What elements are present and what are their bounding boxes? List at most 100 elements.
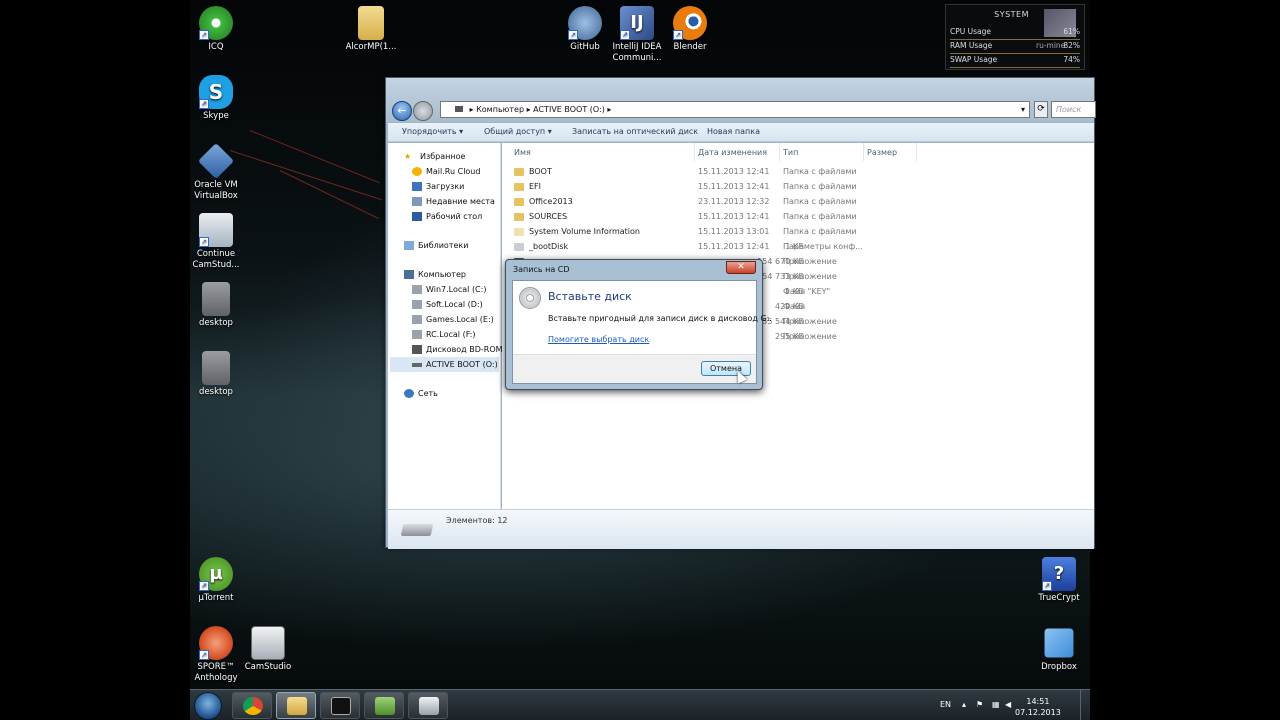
shortcut-arrow-icon: ↗ — [568, 30, 578, 40]
nav-recent-places[interactable]: Недавние места — [412, 197, 495, 206]
nav-libraries[interactable]: Библиотеки — [404, 241, 468, 250]
desktop-icon-desktop-2[interactable]: desktop — [181, 351, 251, 398]
desktop-icon-virtualbox[interactable]: Oracle VM VirtualBox — [181, 142, 251, 201]
nav-network[interactable]: Сеть — [404, 389, 438, 398]
table-row[interactable]: System Volume Information 15.11.2013 13:0… — [502, 225, 1094, 240]
desktop-icon-utorrent[interactable]: µ ↗ µTorrent — [181, 557, 251, 604]
language-indicator[interactable]: EN — [940, 700, 951, 709]
nav-drive-e[interactable]: Games.Local (E:) — [412, 315, 494, 324]
folder-locked-icon — [514, 228, 524, 236]
file-name: _bootDisk — [529, 242, 569, 251]
action-center-flag-icon[interactable]: ⚑ — [976, 700, 983, 709]
table-row[interactable]: _bootDisk 15.11.2013 12:41 Параметры конф.… — [502, 240, 1094, 255]
icq-flower-icon: ↗ — [199, 6, 233, 40]
nav-active-boot[interactable]: ACTIVE BOOT (O:) — [390, 357, 499, 372]
table-row[interactable]: SOURCES 15.11.2013 12:41 Папка с файлами — [502, 210, 1094, 225]
share-button[interactable]: Общий доступ ▾ — [484, 127, 552, 136]
virtualbox-icon — [197, 142, 235, 180]
nav-label: Mail.Ru Cloud — [426, 167, 481, 176]
usb-drive-icon — [412, 362, 422, 367]
file-type: Папка с файлами — [783, 197, 857, 206]
nav-computer[interactable]: Компьютер — [404, 270, 466, 279]
nav-drive-c[interactable]: Win7.Local (C:) — [412, 285, 486, 294]
desktop-icon-alcormp[interactable]: AlcorMP(1... — [336, 6, 406, 53]
nav-favorites[interactable]: ★ Избранное — [404, 152, 465, 161]
desktop-icon-skype[interactable]: S ↗ Skype — [181, 75, 251, 122]
screen: ↗ ICQ S ↗ Skype Oracle VM VirtualBox ↗ Co… — [0, 0, 1280, 720]
desktop-icon-continue-camstudio[interactable]: ↗ Continue CamStud... — [181, 213, 251, 270]
wallpaper-streak — [249, 130, 380, 184]
volume-icon[interactable]: ◀ — [1005, 700, 1011, 709]
cd-disc-icon — [519, 287, 541, 309]
nav-label: Библиотеки — [418, 241, 469, 250]
widget-row-label: RAM Usage — [950, 41, 993, 50]
taskbar-chrome[interactable] — [232, 692, 272, 719]
widget-row-label: SWAP Usage — [950, 55, 998, 64]
nav-downloads[interactable]: Загрузки — [412, 182, 464, 191]
column-header-type[interactable]: Тип — [783, 148, 798, 157]
file-size: 429 КБ — [775, 302, 804, 311]
gear-file-icon — [202, 282, 230, 316]
back-button[interactable]: ← — [392, 101, 412, 121]
breadcrumb-active-boot[interactable]: ACTIVE BOOT (O:) — [533, 105, 605, 114]
computer-icon — [404, 270, 414, 279]
burn-disc-button[interactable]: Записать на оптический диск — [572, 127, 698, 136]
nav-drive-d[interactable]: Soft.Local (D:) — [412, 300, 483, 309]
address-bar[interactable]: ▸ Компьютер ▸ ACTIVE BOOT (O:) ▸ ▾ — [440, 101, 1030, 118]
shortcut-arrow-icon: ↗ — [673, 30, 683, 40]
clock[interactable]: 14:51 07.12.2013 — [1015, 696, 1061, 718]
desktop-icon-blender[interactable]: ↗ Blender — [655, 6, 725, 53]
camstudio-installer-icon: ↗ — [199, 213, 233, 247]
nav-drive-f[interactable]: RC.Local (F:) — [412, 330, 475, 339]
burn-cd-dialog[interactable]: Запись на CD ✕ Вставьте диск Вставьте пр… — [505, 259, 772, 390]
desktop-icon-dropbox[interactable]: Dropbox — [1024, 626, 1094, 673]
explorer-navigation-bar: ← ▸ Компьютер ▸ ACTIVE BOOT (O:) ▸ ▾ ⟳ П… — [386, 78, 1096, 122]
show-desktop-button[interactable] — [1080, 690, 1090, 720]
spore-icon: ↗ — [199, 626, 233, 660]
organize-button[interactable]: Упорядочить ▾ — [402, 127, 463, 136]
network-manager-icon — [375, 697, 395, 715]
table-row[interactable]: BOOT 15.11.2013 12:41 Папка с файлами — [502, 165, 1094, 180]
help-choose-disc-link[interactable]: Помогите выбрать диск — [548, 335, 649, 344]
table-row[interactable]: Office2013 23.11.2013 12:32 Папка с файлам… — [502, 195, 1094, 210]
nav-mailru-cloud[interactable]: Mail.Ru Cloud — [412, 167, 480, 176]
search-input[interactable]: Поиск — [1051, 101, 1096, 118]
desktop-icon-label: TrueCrypt — [1038, 593, 1080, 603]
nav-label: RC.Local (F:) — [426, 330, 476, 339]
desktop-icon-truecrypt[interactable]: ? ↗ TrueCrypt — [1024, 557, 1094, 604]
refresh-icon[interactable]: ⟳ — [1034, 101, 1048, 118]
nav-desktop[interactable]: Рабочий стол — [412, 212, 482, 221]
new-folder-button[interactable]: Новая папка — [707, 127, 760, 136]
taskbar-cmd[interactable] — [320, 692, 360, 719]
taskbar-network-app[interactable] — [364, 692, 404, 719]
column-header-size[interactable]: Размер — [867, 148, 897, 157]
desktop-icon-camstudio[interactable]: CamStudio — [233, 626, 303, 673]
start-button[interactable] — [194, 692, 222, 720]
taskbar-camstudio[interactable] — [408, 692, 448, 719]
file-type: Папка с файлами — [783, 182, 857, 191]
address-dropdown-icon[interactable]: ▾ — [1021, 102, 1025, 117]
close-button[interactable]: ✕ — [726, 261, 756, 274]
desktop-icon-label: Skype — [203, 111, 229, 121]
column-header-date[interactable]: Дата изменения — [698, 148, 767, 157]
dialog-heading: Вставьте диск — [548, 290, 632, 303]
desktop-icon-icq[interactable]: ↗ ICQ — [181, 6, 251, 53]
chevron-up-icon[interactable]: ▴ — [962, 700, 966, 709]
truecrypt-icon: ? ↗ — [1042, 557, 1076, 591]
nav-bd-rom[interactable]: Дисковод BD-ROM — [412, 345, 503, 354]
desktop-icon-desktop-1[interactable]: desktop — [181, 282, 251, 329]
file-size: 154 670 КБ — [757, 257, 804, 266]
breadcrumb-computer[interactable]: Компьютер — [476, 105, 524, 114]
folder-icon — [514, 198, 524, 206]
forward-button[interactable] — [413, 101, 433, 121]
network-icon[interactable]: ▦ — [992, 700, 1000, 709]
file-size: 154 733 КБ — [757, 272, 804, 281]
widget-row-value: 82% — [1063, 41, 1080, 50]
taskbar-explorer[interactable] — [276, 692, 316, 719]
widget-row-value: 61% — [1063, 27, 1080, 36]
desktop-icon-label: ICQ — [208, 42, 224, 52]
widget-row-label: CPU Usage — [950, 27, 992, 36]
column-header-name[interactable]: Имя — [514, 148, 531, 157]
table-row[interactable]: EFI 15.11.2013 12:41 Папка с файлами — [502, 180, 1094, 195]
recent-places-icon — [412, 197, 422, 206]
